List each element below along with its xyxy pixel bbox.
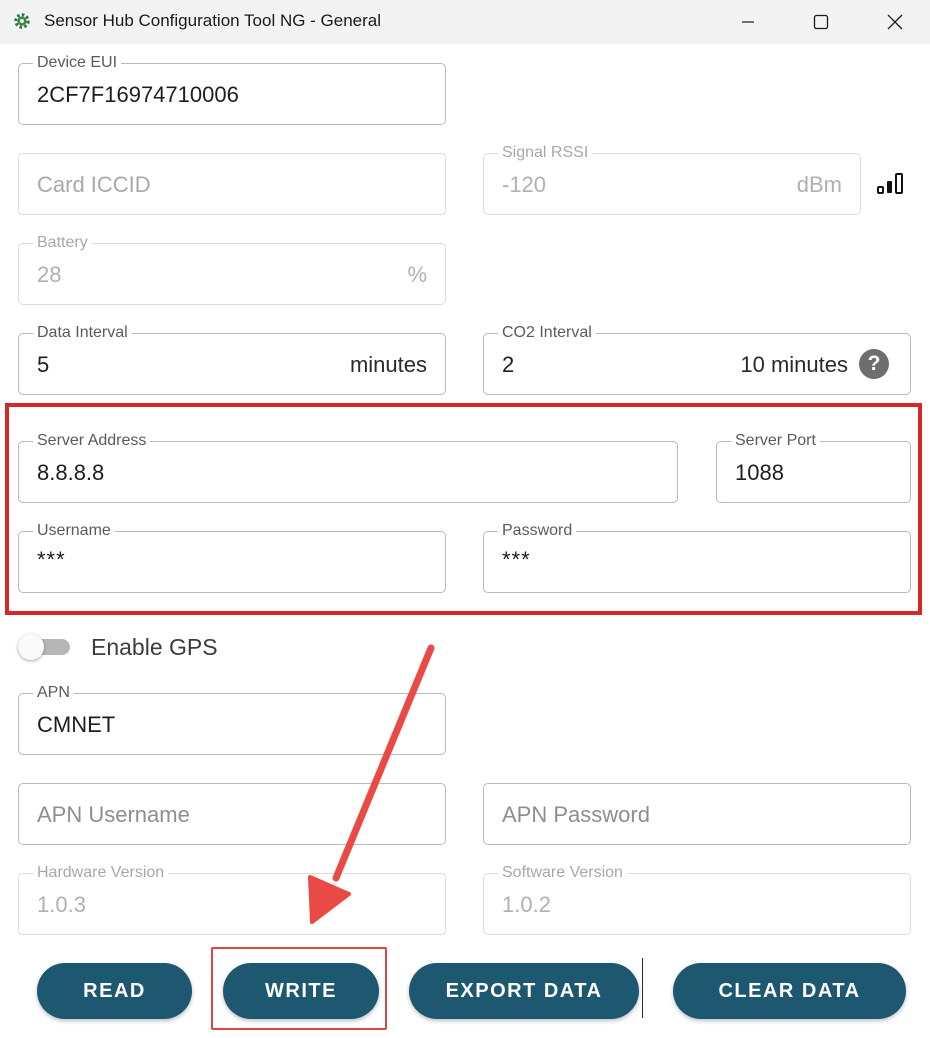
- signal-rssi-label: Signal RSSI: [498, 144, 593, 162]
- data-interval-value: 5: [37, 352, 50, 377]
- data-interval-unit: minutes: [349, 352, 427, 377]
- hardware-version-value: 1.0.3: [37, 892, 86, 917]
- export-data-button[interactable]: EXPORT DATA: [409, 963, 639, 1019]
- apn-field[interactable]: APN CMNET: [18, 684, 446, 755]
- apn-username-field[interactable]: APN Username: [18, 783, 446, 845]
- signal-rssi-value: -120: [502, 172, 547, 197]
- software-version-value: 1.0.2: [502, 892, 551, 917]
- close-button[interactable]: [860, 0, 930, 44]
- close-icon: [887, 14, 903, 30]
- device-eui-label: Device EUI: [33, 54, 122, 72]
- card-iccid-placeholder: Card ICCID: [37, 172, 151, 197]
- co2-interval-label: CO2 Interval: [498, 324, 596, 342]
- write-button-highlight: [211, 947, 387, 1030]
- title-bar: Sensor Hub Configuration Tool NG - Gener…: [0, 0, 930, 44]
- apn-value: CMNET: [37, 712, 116, 737]
- maximize-button[interactable]: [786, 0, 856, 44]
- data-interval-field[interactable]: Data Interval 5 minutes: [18, 324, 446, 395]
- gear-icon: [14, 13, 30, 29]
- apn-label: APN: [33, 684, 74, 702]
- hardware-version-label: Hardware Version: [33, 864, 169, 882]
- battery-value: 28: [37, 262, 62, 287]
- minimize-icon: [742, 21, 754, 23]
- gps-toggle-label: Enable GPS: [91, 634, 218, 660]
- gps-toggle[interactable]: [18, 634, 74, 660]
- card-iccid-field: Card ICCID: [18, 153, 446, 215]
- apn-password-placeholder: APN Password: [502, 802, 650, 827]
- device-eui-field[interactable]: Device EUI 2CF7F16974710006: [18, 54, 446, 125]
- data-interval-label: Data Interval: [33, 324, 132, 342]
- software-version-field: Software Version 1.0.2: [483, 864, 911, 935]
- clear-data-button[interactable]: CLEAR DATA: [673, 963, 906, 1019]
- server-settings-highlight: [5, 403, 922, 615]
- co2-interval-value: 2: [502, 352, 515, 377]
- battery-label: Battery: [33, 234, 92, 252]
- maximize-icon: [813, 14, 829, 30]
- device-eui-value: 2CF7F16974710006: [37, 82, 239, 107]
- signal-strength-icon: [877, 173, 903, 194]
- button-separator: [642, 958, 643, 1018]
- battery-unit: %: [407, 262, 427, 287]
- signal-rssi-field: Signal RSSI -120 dBm: [483, 144, 861, 215]
- apn-password-field[interactable]: APN Password: [483, 783, 911, 845]
- read-button[interactable]: READ: [37, 963, 192, 1019]
- apn-username-placeholder: APN Username: [37, 802, 190, 827]
- software-version-label: Software Version: [498, 864, 627, 882]
- gps-toggle-thumb: [18, 634, 44, 660]
- window-title: Sensor Hub Configuration Tool NG - Gener…: [44, 11, 382, 30]
- signal-rssi-unit: dBm: [796, 172, 842, 197]
- battery-field: Battery 28 %: [18, 234, 446, 305]
- hardware-version-field: Hardware Version 1.0.3: [18, 864, 446, 935]
- co2-interval-unit: 10 minutes: [740, 352, 848, 377]
- co2-interval-field[interactable]: CO2 Interval 2 10 minutes ?: [483, 324, 911, 395]
- minimize-button[interactable]: [713, 0, 783, 44]
- help-icon[interactable]: ?: [859, 349, 889, 379]
